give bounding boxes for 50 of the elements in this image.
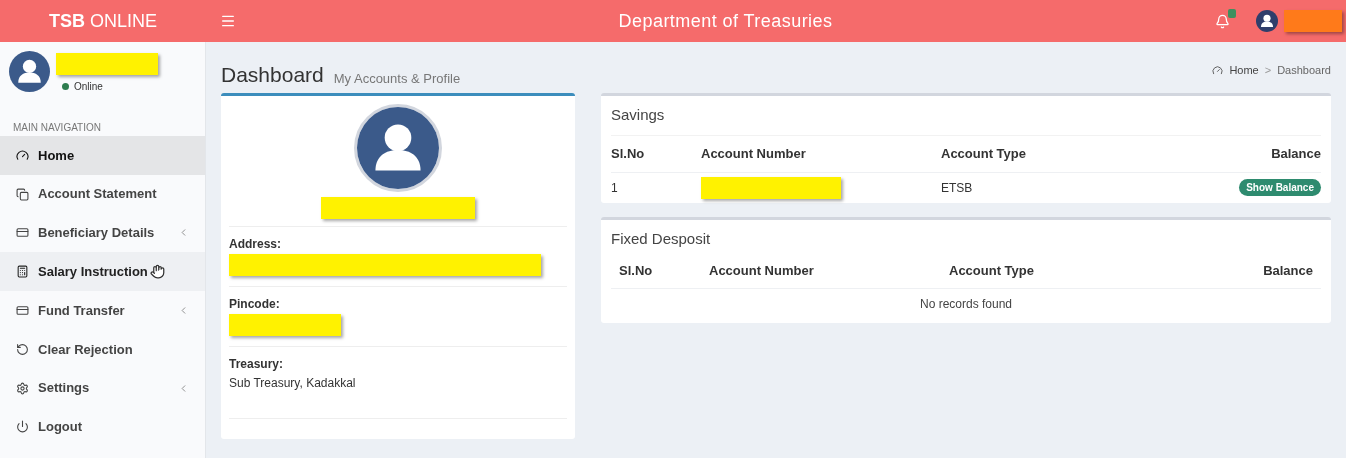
card-icon: [16, 304, 29, 318]
dashboard-icon: [1212, 64, 1224, 76]
show-balance-button[interactable]: Show Balance: [1239, 179, 1321, 196]
column-header: Account Number: [701, 145, 807, 163]
nav-item[interactable]: Clear Rejection: [0, 330, 205, 369]
power-icon: [16, 420, 29, 434]
window-title: Department of Treasuries: [618, 9, 833, 33]
undo-icon: [16, 342, 29, 356]
notification-icon[interactable]: [1215, 13, 1230, 29]
settings-icon: [16, 381, 29, 395]
dashboard-icon: [16, 148, 29, 162]
card-title: Fixed Desposit: [611, 229, 711, 247]
menu-icon[interactable]: [220, 13, 236, 29]
field-label: Address:: [229, 236, 282, 253]
user-icon[interactable]: [1256, 10, 1278, 32]
card-title: Savings: [611, 106, 665, 123]
column-header: Account Number: [709, 261, 815, 280]
nav-item[interactable]: Logout: [0, 407, 205, 447]
avatar-icon: [357, 107, 439, 189]
card-icon: [16, 226, 29, 240]
nav-item[interactable]: Settings: [0, 368, 205, 408]
nav-item[interactable]: Fund Transfer: [0, 291, 205, 330]
table-cell-text: 1: [611, 179, 619, 197]
nav-heading: MAIN NAVIGATION: [13, 122, 101, 133]
column-header: Sl.No: [611, 145, 646, 163]
empty-message: No records found: [919, 296, 1013, 313]
avatar-icon: [9, 51, 50, 92]
field-label: Treasury:: [229, 356, 285, 373]
table-cell-text: ETSB: [941, 179, 974, 197]
column-header: Sl.No: [619, 261, 654, 280]
nav-item[interactable]: Beneficiary Details: [0, 213, 205, 253]
cursor-icon: [150, 264, 165, 280]
field-label: Pincode:: [229, 296, 281, 313]
copy-icon: [16, 187, 29, 201]
column-header: Account Type: [941, 145, 1027, 163]
calculator-icon: [16, 265, 29, 279]
field-value: Sub Treasury, Kadakkal: [229, 375, 357, 392]
nav-item[interactable]: Account Statement: [0, 174, 205, 214]
column-header: Balance: [1262, 261, 1313, 280]
page-title: Dashboard: [221, 64, 324, 85]
breadcrumb-link[interactable]: Home: [1229, 61, 1259, 79]
nav-item[interactable]: Home: [0, 136, 205, 175]
redaction-mark: [1284, 10, 1342, 32]
page-subtitle: My Accounts & Profile: [333, 72, 461, 85]
column-header: Balance: [1270, 145, 1321, 163]
nav-item[interactable]: Salary Instruction: [0, 252, 205, 292]
notification-badge: [1228, 8, 1236, 18]
status-label: Online: [74, 80, 103, 94]
breadcrumb-separator: >: [1264, 62, 1272, 78]
column-header: Account Type: [949, 261, 1035, 280]
